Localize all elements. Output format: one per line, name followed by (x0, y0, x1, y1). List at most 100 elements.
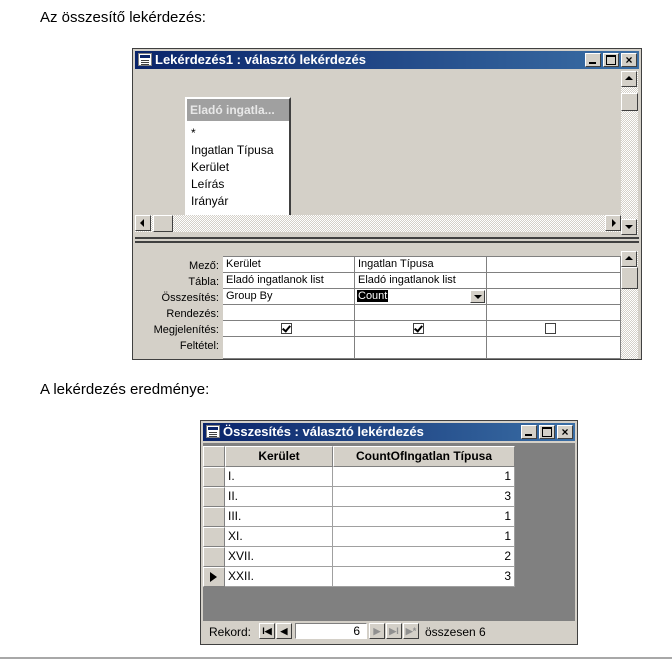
query-design-window: Lekérdezés1 : választó lekérdezés × Elad… (132, 48, 642, 360)
datasheet: Kerület CountOfIngatlan Típusa I. 1 II. … (203, 443, 575, 621)
grid-field-cell[interactable]: Ingatlan Típusa (355, 257, 487, 273)
column-header-count[interactable]: CountOfIngatlan Típusa (333, 446, 515, 467)
grid-criteria-cell[interactable] (355, 337, 487, 359)
query-window-icon (138, 53, 152, 66)
maximize-button[interactable] (539, 425, 555, 439)
column-selector-bar[interactable] (223, 249, 621, 257)
grid-total-selected-value: Count (357, 290, 389, 302)
grid-sort-cell[interactable] (223, 305, 355, 321)
row-selector[interactable] (203, 527, 225, 547)
grid-table-cell[interactable]: Eladó ingatlanok list (223, 273, 355, 289)
maximize-button[interactable] (603, 53, 619, 67)
first-record-button[interactable]: I◀ (259, 623, 275, 639)
total-records-label: összesen (425, 625, 476, 639)
next-record-button[interactable]: ▶ (369, 623, 385, 639)
field-list-item[interactable]: Kerület (191, 159, 274, 176)
scroll-up-button[interactable] (621, 251, 637, 267)
current-record-pointer-icon (210, 572, 217, 582)
scroll-thumb[interactable] (153, 215, 173, 232)
grid-show-cell (487, 321, 621, 337)
field-list[interactable]: Eladó ingatla... * Ingatlan Típusa Kerül… (185, 97, 291, 217)
row-selector[interactable] (203, 467, 225, 487)
row-label-sort: Rendezés: (166, 308, 219, 320)
grid-show-cell (355, 321, 487, 337)
table-cell[interactable]: II. (225, 487, 333, 507)
design-grid-vscroll[interactable] (621, 251, 638, 359)
row-label-table: Tábla: (188, 276, 219, 288)
minimize-button[interactable] (521, 425, 537, 439)
design-grid: Mező: Tábla: Összesítés: Rendezés: Megje… (135, 245, 621, 359)
previous-record-button[interactable]: ◀ (276, 623, 292, 639)
scroll-thumb[interactable] (621, 93, 638, 111)
column-header-kerulet[interactable]: Kerület (225, 446, 333, 467)
design-titlebar[interactable]: Lekérdezés1 : választó lekérdezés × (135, 51, 639, 69)
grid-criteria-cell[interactable] (487, 337, 621, 359)
total-records-count: 6 (479, 625, 486, 639)
table-cell[interactable]: III. (225, 507, 333, 527)
grid-table-cell[interactable] (487, 273, 621, 289)
table-cell[interactable]: 2 (333, 547, 515, 567)
row-selector[interactable] (203, 547, 225, 567)
row-selector[interactable] (203, 487, 225, 507)
grid-row-labels: Mező: Tábla: Összesítés: Rendezés: Megje… (135, 257, 219, 359)
grid-sort-cell[interactable] (487, 305, 621, 321)
grid-criteria-cell[interactable] (223, 337, 355, 359)
show-checkbox[interactable] (545, 323, 556, 334)
close-button[interactable]: × (557, 425, 573, 439)
grid-total-dropdown[interactable]: Count (355, 289, 487, 305)
pane-splitter[interactable] (135, 237, 639, 243)
last-record-button[interactable]: ▶I (386, 623, 402, 639)
record-navigation-bar: Rekord: I◀ ◀ 6 ▶ ▶I ▶* összesen 6 (203, 621, 575, 642)
grid-table-cell[interactable]: Eladó ingatlanok list (355, 273, 487, 289)
result-titlebar[interactable]: Összesítés : választó lekérdezés × (203, 423, 575, 441)
table-pane-vscroll[interactable] (621, 71, 638, 235)
close-button[interactable]: × (621, 53, 637, 67)
table-cell[interactable]: 3 (333, 487, 515, 507)
row-label-total: Összesítés: (161, 292, 219, 304)
dropdown-button[interactable] (470, 290, 485, 303)
minimize-button[interactable] (585, 53, 601, 67)
query-window-icon (206, 425, 220, 438)
row-selector-current[interactable] (203, 567, 225, 587)
scroll-down-button[interactable] (621, 219, 637, 235)
table-cell[interactable]: 1 (333, 507, 515, 527)
select-all-corner[interactable] (203, 446, 225, 467)
new-record-button[interactable]: ▶* (403, 623, 419, 639)
field-list-item[interactable]: Irányár (191, 193, 274, 210)
grid-sort-cell[interactable] (355, 305, 487, 321)
table-pane-hscroll[interactable] (135, 215, 621, 232)
row-selector[interactable] (203, 507, 225, 527)
grid-total-cell[interactable] (487, 289, 621, 305)
scroll-thumb[interactable] (621, 267, 638, 289)
table-cell[interactable]: I. (225, 467, 333, 487)
field-list-item[interactable]: * (191, 125, 274, 142)
result-window-title: Összesítés : választó lekérdezés (223, 424, 424, 439)
table-cell[interactable]: 1 (333, 527, 515, 547)
page-divider (0, 657, 672, 659)
table-cell[interactable]: XI. (225, 527, 333, 547)
grid-field-cell[interactable]: Kerület (223, 257, 355, 273)
result-heading: A lekérdezés eredménye: (40, 381, 210, 398)
grid-field-cell[interactable] (487, 257, 621, 273)
show-checkbox[interactable] (281, 323, 292, 334)
scroll-left-button[interactable] (135, 215, 151, 231)
grid-total-cell[interactable]: Group By (223, 289, 355, 305)
field-list-item[interactable]: Leírás (191, 176, 274, 193)
design-window-title: Lekérdezés1 : választó lekérdezés (155, 52, 367, 67)
show-checkbox[interactable] (413, 323, 424, 334)
table-pane: Eladó ingatla... * Ingatlan Típusa Kerül… (135, 71, 621, 235)
field-list-title[interactable]: Eladó ingatla... (187, 99, 289, 121)
record-number-input[interactable]: 6 (295, 623, 367, 639)
row-label-criteria: Feltétel: (179, 340, 219, 352)
table-cell[interactable]: XXII. (225, 567, 333, 587)
table-cell[interactable]: XVII. (225, 547, 333, 567)
grid-show-cell (223, 321, 355, 337)
table-cell[interactable]: 3 (333, 567, 515, 587)
record-label: Rekord: (209, 625, 252, 639)
field-list-item[interactable]: Ingatlan Típusa (191, 142, 274, 159)
scroll-up-button[interactable] (621, 71, 637, 87)
scroll-right-button[interactable] (605, 215, 621, 231)
row-label-field: Mező: (189, 260, 219, 272)
query-result-window: Összesítés : választó lekérdezés × Kerül… (200, 420, 578, 645)
table-cell[interactable]: 1 (333, 467, 515, 487)
